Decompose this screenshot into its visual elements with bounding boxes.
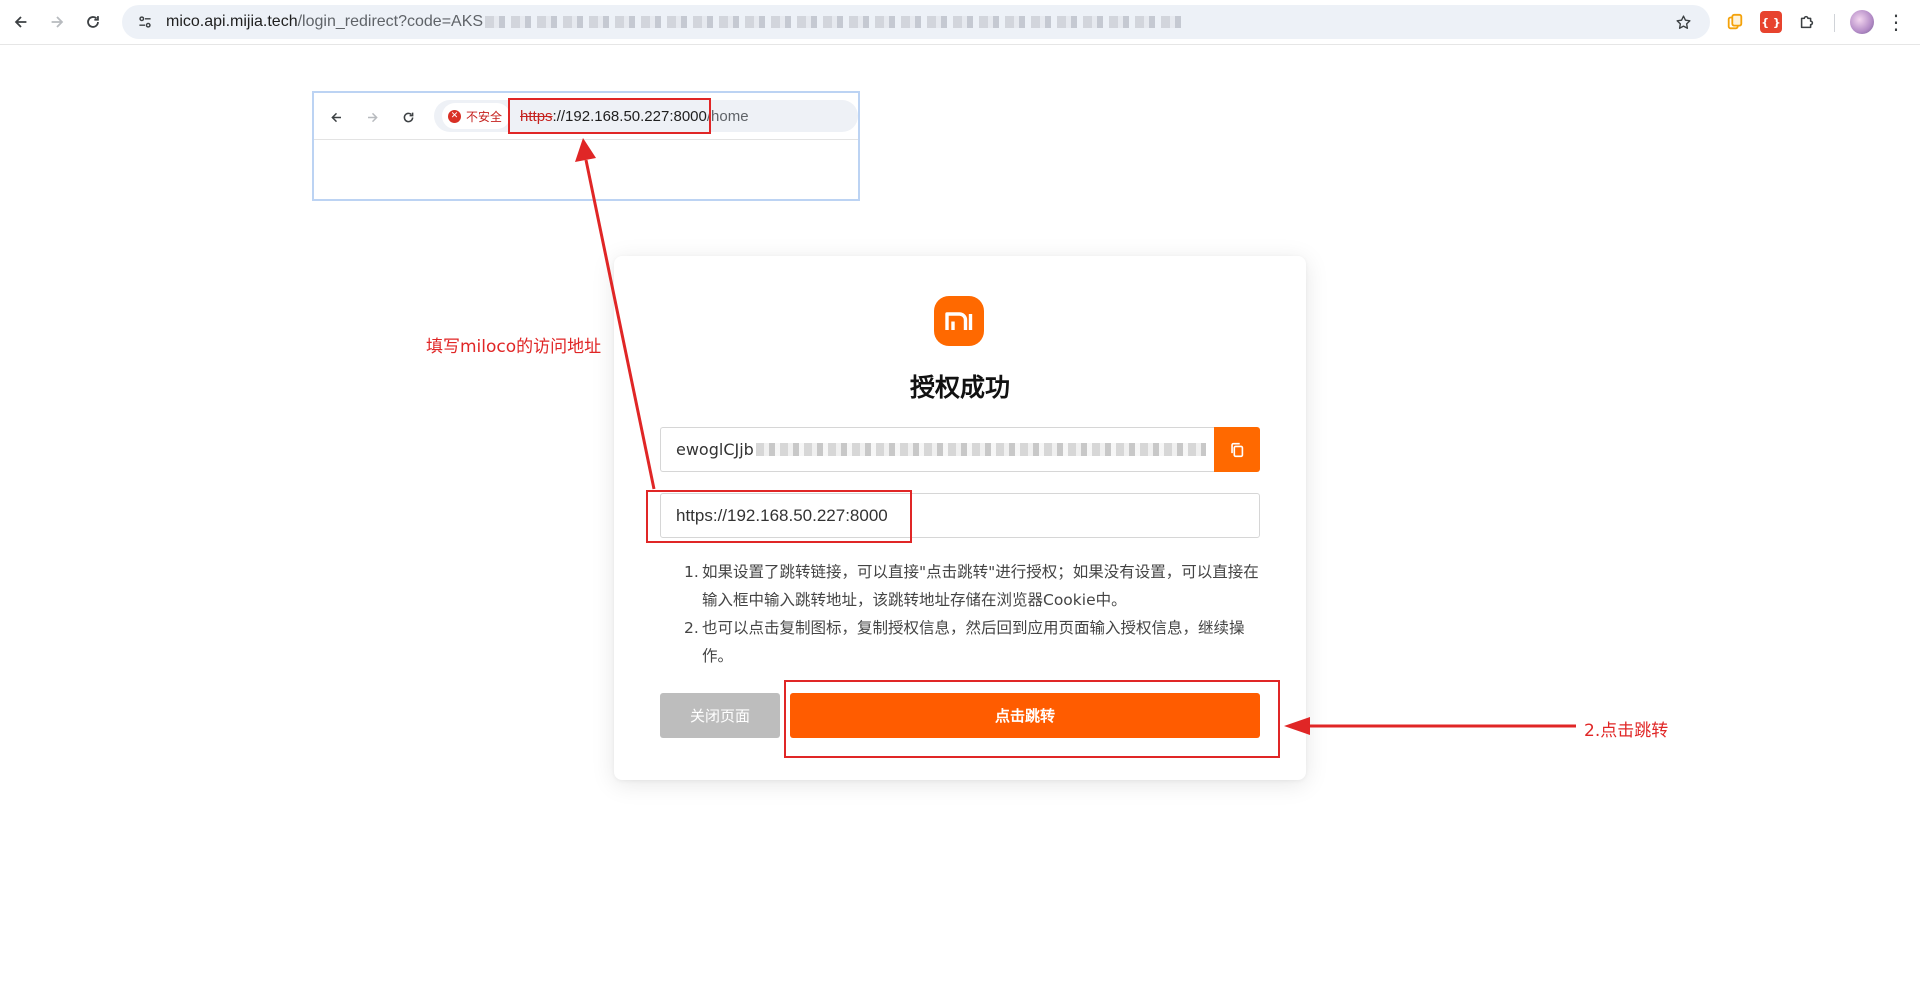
- back-arrow-icon[interactable]: [4, 5, 38, 39]
- highlight-url-input: [646, 490, 912, 543]
- instruction-number: 1.: [684, 563, 699, 581]
- not-secure-badge: ✕ 不安全: [442, 103, 511, 129]
- address-bar[interactable]: mico.api.mijia.tech/login_redirect?code=…: [122, 5, 1710, 39]
- forward-arrow-icon[interactable]: [40, 5, 74, 39]
- inset-url-path: /home: [706, 107, 749, 125]
- inset-forward-icon: [358, 103, 386, 131]
- instructions-list: 1. 如果设置了跳转链接，可以直接"点击跳转"进行授权；如果没有设置，可以直接在…: [684, 558, 1264, 670]
- annotation-fill-address: 填写miloco的访问地址: [426, 337, 602, 357]
- blurred-url-segment: [485, 15, 1186, 28]
- bookmark-star-icon[interactable]: [1670, 9, 1696, 35]
- extensions-puzzle-icon[interactable]: [1796, 11, 1818, 33]
- highlight-inset-url: [508, 98, 711, 134]
- copy-button[interactable]: [1214, 427, 1260, 472]
- inset-back-icon: [322, 103, 350, 131]
- instruction-number: 2.: [684, 619, 699, 637]
- copy-icon: [1231, 442, 1244, 457]
- kebab-menu-icon[interactable]: ⋮: [1884, 10, 1908, 34]
- blurred-token-segment: [755, 443, 1206, 456]
- browser-toolbar: mico.api.mijia.tech/login_redirect?code=…: [0, 0, 1920, 45]
- not-secure-label: 不安全: [466, 109, 503, 124]
- auth-token-value: ewoglCJjb: [676, 440, 754, 459]
- url-host: mico.api.mijia.tech: [166, 13, 298, 30]
- instruction-item: 1. 如果设置了跳转链接，可以直接"点击跳转"进行授权；如果没有设置，可以直接在…: [684, 558, 1264, 614]
- profile-avatar[interactable]: [1850, 10, 1874, 34]
- instruction-item: 2. 也可以点击复制图标，复制授权信息，然后回到应用页面输入授权信息，继续操作。: [684, 614, 1264, 670]
- site-info-icon[interactable]: [132, 9, 158, 35]
- url-path: /login_redirect?code=AKS: [297, 13, 484, 30]
- auth-token-field[interactable]: ewoglCJjb: [660, 427, 1214, 472]
- close-page-button[interactable]: 关闭页面: [660, 693, 780, 738]
- address-url: mico.api.mijia.tech/login_redirect?code=…: [166, 13, 1186, 31]
- toolbar-divider: [1834, 14, 1835, 32]
- inset-reload-icon: [394, 103, 422, 131]
- instruction-text: 也可以点击复制图标，复制授权信息，然后回到应用页面输入授权信息，继续操作。: [702, 619, 1245, 665]
- xiaomi-logo-icon: [934, 296, 984, 346]
- highlight-jump-button: [784, 680, 1280, 758]
- instruction-text: 如果设置了跳转链接，可以直接"点击跳转"进行授权；如果没有设置，可以直接在输入框…: [702, 563, 1259, 609]
- annotation-click-jump: 2.点击跳转: [1584, 721, 1669, 741]
- warning-icon: ✕: [448, 109, 461, 123]
- reload-icon[interactable]: [76, 5, 110, 39]
- extension-copy-icon[interactable]: [1724, 11, 1746, 33]
- page-title: 授权成功: [909, 373, 1010, 402]
- extension-red-icon[interactable]: { }: [1760, 11, 1782, 33]
